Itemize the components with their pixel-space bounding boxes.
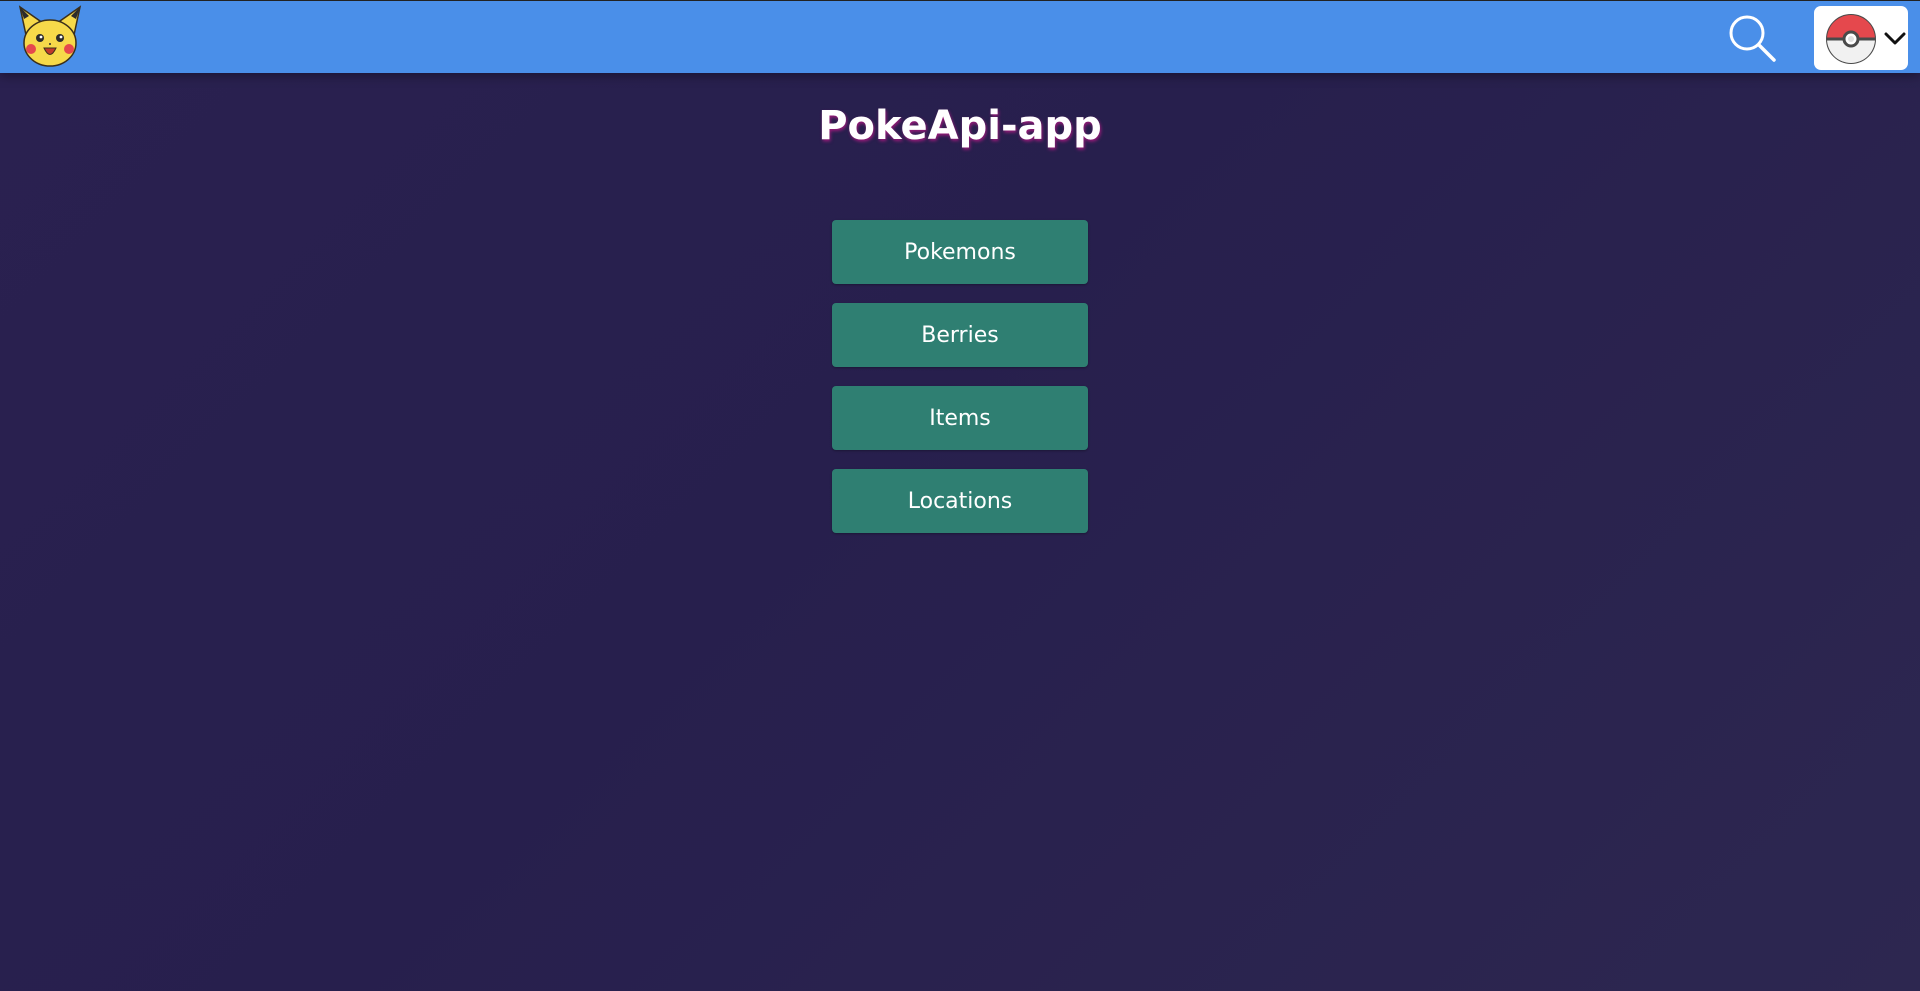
category-nav: Pokemons Berries Items Locations [832,220,1088,552]
pokemons-button[interactable]: Pokemons [832,220,1088,284]
pokeball-menu-button[interactable] [1814,6,1908,70]
berries-button[interactable]: Berries [832,303,1088,367]
search-button[interactable] [1720,11,1776,65]
pokeball-icon [1826,14,1876,64]
locations-button[interactable]: Locations [832,469,1088,533]
pikachu-icon[interactable] [18,5,82,69]
top-navbar [0,0,1920,73]
items-button[interactable]: Items [832,386,1088,450]
chevron-down-icon [1884,32,1906,45]
page-title: PokeApi-app [818,103,1102,149]
search-icon [1729,15,1776,62]
